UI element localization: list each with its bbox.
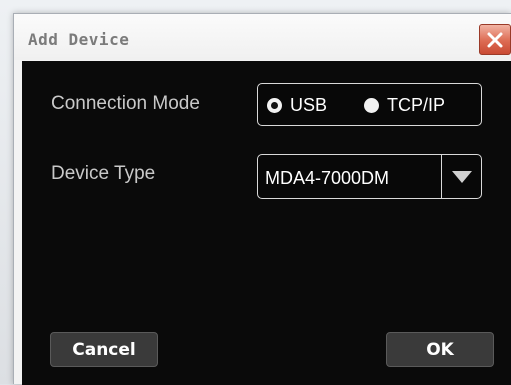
close-button[interactable] <box>479 24 511 55</box>
radio-usb[interactable]: USB <box>267 95 327 116</box>
dialog-title: Add Device <box>28 30 130 49</box>
device-type-value: MDA4-7000DM <box>265 168 390 188</box>
radio-checked-icon <box>267 98 282 113</box>
radio-tcpip-label: TCP/IP <box>387 95 446 115</box>
title-bar[interactable]: Add Device <box>14 14 511 60</box>
dialog-body: Connection Mode USB TCP/IP Device Type M… <box>22 61 511 385</box>
close-icon <box>487 32 503 47</box>
dropdown-button[interactable] <box>441 155 481 198</box>
radio-usb-label: USB <box>290 95 328 115</box>
connection-mode-label: Connection Mode <box>51 93 200 114</box>
device-type-select[interactable]: MDA4-7000DM <box>257 154 482 199</box>
radio-unchecked-icon <box>364 98 379 113</box>
triangle-down-icon <box>451 170 472 183</box>
ok-button[interactable]: OK <box>386 332 494 367</box>
cancel-button[interactable]: Cancel <box>50 332 158 367</box>
connection-mode-radio-group: USB TCP/IP <box>257 83 482 126</box>
radio-tcpip[interactable]: TCP/IP <box>364 95 445 116</box>
add-device-dialog: Add Device Connection Mode USB TCP/IP De… <box>13 13 511 385</box>
device-type-label: Device Type <box>51 163 156 184</box>
